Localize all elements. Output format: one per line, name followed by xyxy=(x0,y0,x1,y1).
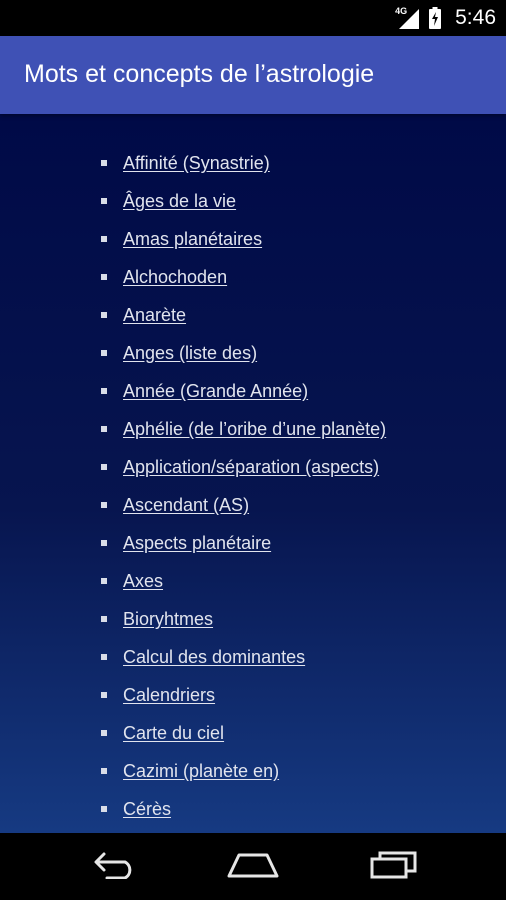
list-item: Cérès xyxy=(0,790,506,828)
status-bar: 4G 5:46 xyxy=(0,0,506,36)
back-button[interactable] xyxy=(63,833,163,900)
list-item: Aspects planétaire xyxy=(0,524,506,562)
term-link[interactable]: Cazimi (planète en) xyxy=(123,752,279,790)
term-link[interactable]: Aphélie (de l’oribe d’une planète) xyxy=(123,410,386,448)
list-item: Carte du ciel xyxy=(0,714,506,752)
list-item: Axes xyxy=(0,562,506,600)
bullet-icon xyxy=(101,388,107,394)
term-link[interactable]: Calcul des dominantes xyxy=(123,638,305,676)
term-link[interactable]: Amas planétaires xyxy=(123,220,262,258)
term-link[interactable]: Bioryhtmes xyxy=(123,600,213,638)
status-icons: 4G 5:46 xyxy=(395,0,496,36)
bullet-icon xyxy=(101,236,107,242)
term-link[interactable]: Calendriers xyxy=(123,676,215,714)
term-link[interactable]: Application/séparation (aspects) xyxy=(123,448,379,486)
bullet-icon xyxy=(101,502,107,508)
list-item: Aphélie (de l’oribe d’une planète) xyxy=(0,410,506,448)
term-link[interactable]: Aspects planétaire xyxy=(123,524,271,562)
bullet-icon xyxy=(101,350,107,356)
recents-button[interactable] xyxy=(344,833,444,900)
bullet-icon xyxy=(101,730,107,736)
bullet-icon xyxy=(101,160,107,166)
signal-icon: 4G xyxy=(395,7,421,29)
bullet-icon xyxy=(101,540,107,546)
term-link[interactable]: Affinité (Synastrie) xyxy=(123,144,270,182)
bullet-icon xyxy=(101,312,107,318)
recents-icon xyxy=(369,849,419,884)
app-title: Mots et concepts de l’astrologie xyxy=(24,60,375,88)
term-link[interactable]: Cérès xyxy=(123,790,171,828)
home-button[interactable] xyxy=(203,833,303,900)
list-item: Amas planétaires xyxy=(0,220,506,258)
list-item: Cazimi (planète en) xyxy=(0,752,506,790)
term-link[interactable]: Carte du ciel xyxy=(123,714,224,752)
list-item: Application/séparation (aspects) xyxy=(0,448,506,486)
bullet-icon xyxy=(101,426,107,432)
list-item: Année (Grande Année) xyxy=(0,372,506,410)
list-item: Anarète xyxy=(0,296,506,334)
term-link[interactable]: Anarète xyxy=(123,296,186,334)
bullet-icon xyxy=(101,198,107,204)
list-item: Bioryhtmes xyxy=(0,600,506,638)
status-time: 5:46 xyxy=(455,6,496,29)
bullet-icon xyxy=(101,578,107,584)
bullet-icon xyxy=(101,692,107,698)
list-item: Alchochoden xyxy=(0,258,506,296)
navigation-bar xyxy=(0,833,506,900)
term-list: Affinité (Synastrie) Âges de la vie Amas p… xyxy=(0,144,506,828)
list-item: Calcul des dominantes xyxy=(0,638,506,676)
bullet-icon xyxy=(101,768,107,774)
list-item: Âges de la vie xyxy=(0,182,506,220)
term-link[interactable]: Année (Grande Année) xyxy=(123,372,308,410)
bullet-icon xyxy=(101,654,107,660)
bullet-icon xyxy=(101,464,107,470)
term-link[interactable]: Alchochoden xyxy=(123,258,227,296)
back-icon xyxy=(89,849,137,884)
bullet-icon xyxy=(101,616,107,622)
bullet-icon xyxy=(101,274,107,280)
term-link[interactable]: Âges de la vie xyxy=(123,182,236,220)
list-item: Ascendant (AS) xyxy=(0,486,506,524)
term-link[interactable]: Ascendant (AS) xyxy=(123,486,249,524)
term-link[interactable]: Axes xyxy=(123,562,163,600)
app-bar: Mots et concepts de l’astrologie xyxy=(0,36,506,114)
list-item: Affinité (Synastrie) xyxy=(0,144,506,182)
home-icon xyxy=(225,849,281,884)
list-item: Anges (liste des) xyxy=(0,334,506,372)
term-link[interactable]: Anges (liste des) xyxy=(123,334,257,372)
bullet-icon xyxy=(101,806,107,812)
content-area[interactable]: Affinité (Synastrie) Âges de la vie Amas p… xyxy=(0,114,506,833)
list-item: Calendriers xyxy=(0,676,506,714)
battery-charging-icon xyxy=(429,7,442,29)
